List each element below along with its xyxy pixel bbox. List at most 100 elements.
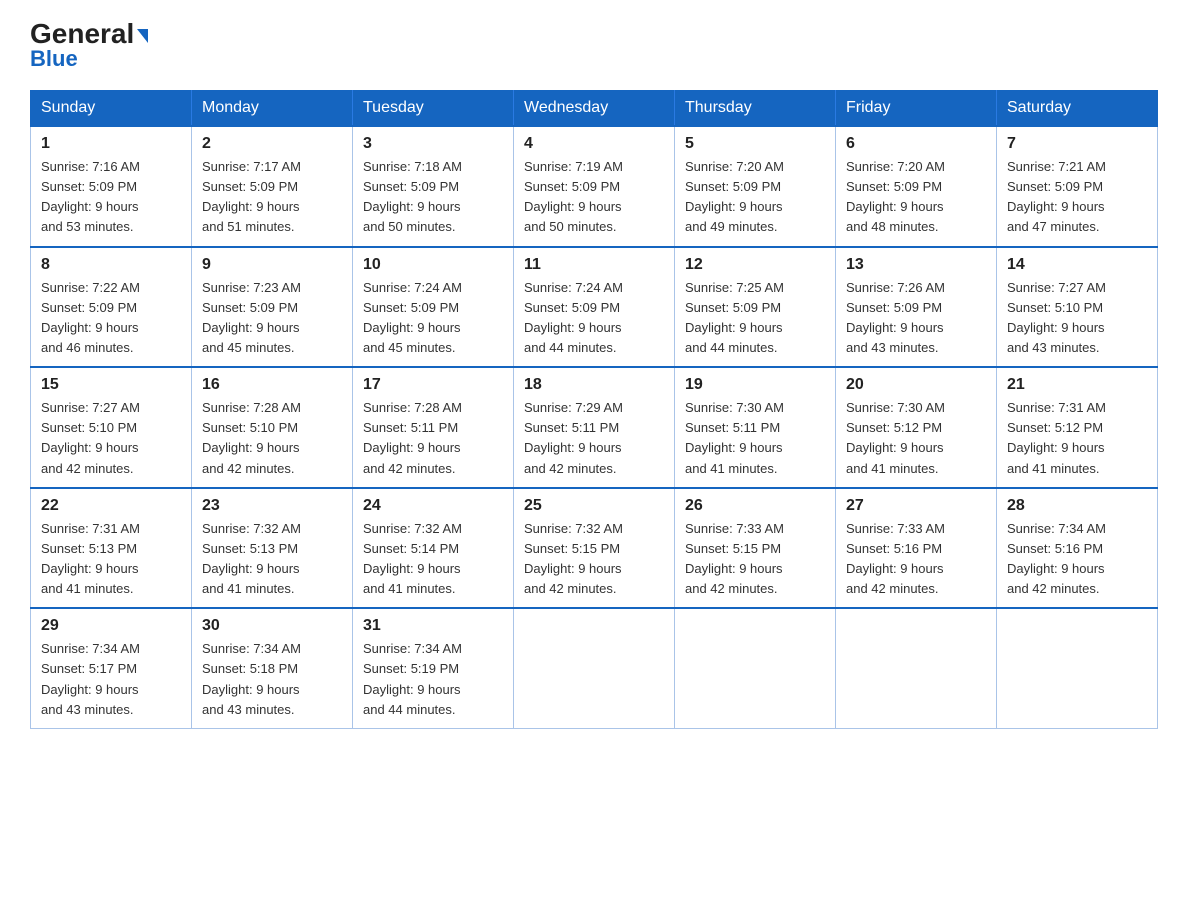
day-info: Sunrise: 7:32 AMSunset: 5:15 PMDaylight:… [524, 519, 664, 600]
calendar-cell: 3Sunrise: 7:18 AMSunset: 5:09 PMDaylight… [353, 126, 514, 247]
calendar-cell: 9 Sunrise: 7:23 AMSunset: 5:09 PMDaylight… [192, 247, 353, 368]
day-number: 26 [685, 497, 825, 515]
calendar-cell: 13 Sunrise: 7:26 AMSunset: 5:09 PMDayligh… [836, 247, 997, 368]
calendar-cell: 2Sunrise: 7:17 AMSunset: 5:09 PMDaylight… [192, 126, 353, 247]
col-header-tuesday: Tuesday [353, 91, 514, 127]
day-info: Sunrise: 7:33 AMSunset: 5:15 PMDaylight:… [685, 519, 825, 600]
day-info: Sunrise: 7:20 AMSunset: 5:09 PMDaylight:… [685, 157, 825, 238]
calendar-cell: 7Sunrise: 7:21 AMSunset: 5:09 PMDaylight… [997, 126, 1158, 247]
week-row-1: 1 Sunrise: 7:16 AMSunset: 5:09 PMDaylight… [31, 126, 1158, 247]
day-number: 31 [363, 617, 503, 635]
day-info: Sunrise: 7:32 AMSunset: 5:14 PMDaylight:… [363, 519, 503, 600]
day-number: 15 [41, 376, 181, 394]
calendar-cell: 8 Sunrise: 7:22 AMSunset: 5:09 PMDaylight… [31, 247, 192, 368]
calendar-cell: 1 Sunrise: 7:16 AMSunset: 5:09 PMDaylight… [31, 126, 192, 247]
day-number: 7 [1007, 135, 1147, 153]
day-number: 13 [846, 256, 986, 274]
col-header-wednesday: Wednesday [514, 91, 675, 127]
day-number: 8 [41, 256, 181, 274]
day-info: Sunrise: 7:32 AMSunset: 5:13 PMDaylight:… [202, 519, 342, 600]
day-info: Sunrise: 7:34 AMSunset: 5:17 PMDaylight:… [41, 639, 181, 720]
day-number: 1 [41, 135, 181, 153]
calendar-cell: 26 Sunrise: 7:33 AMSunset: 5:15 PMDayligh… [675, 488, 836, 609]
calendar-cell: 6Sunrise: 7:20 AMSunset: 5:09 PMDaylight… [836, 126, 997, 247]
calendar-cell: 19Sunrise: 7:30 AMSunset: 5:11 PMDayligh… [675, 367, 836, 488]
calendar-cell: 16Sunrise: 7:28 AMSunset: 5:10 PMDayligh… [192, 367, 353, 488]
day-number: 6 [846, 135, 986, 153]
calendar-cell: 22 Sunrise: 7:31 AMSunset: 5:13 PMDayligh… [31, 488, 192, 609]
calendar-header-row: SundayMondayTuesdayWednesdayThursdayFrid… [31, 91, 1158, 127]
calendar-cell: 30 Sunrise: 7:34 AMSunset: 5:18 PMDayligh… [192, 608, 353, 728]
week-row-4: 22 Sunrise: 7:31 AMSunset: 5:13 PMDayligh… [31, 488, 1158, 609]
day-info: Sunrise: 7:34 AMSunset: 5:19 PMDaylight:… [363, 639, 503, 720]
day-number: 10 [363, 256, 503, 274]
week-row-2: 8 Sunrise: 7:22 AMSunset: 5:09 PMDaylight… [31, 247, 1158, 368]
day-number: 12 [685, 256, 825, 274]
day-number: 9 [202, 256, 342, 274]
calendar-cell: 20Sunrise: 7:30 AMSunset: 5:12 PMDayligh… [836, 367, 997, 488]
calendar-cell: 17Sunrise: 7:28 AMSunset: 5:11 PMDayligh… [353, 367, 514, 488]
calendar-cell: 5 Sunrise: 7:20 AMSunset: 5:09 PMDaylight… [675, 126, 836, 247]
calendar-cell: 18Sunrise: 7:29 AMSunset: 5:11 PMDayligh… [514, 367, 675, 488]
day-info: Sunrise: 7:19 AMSunset: 5:09 PMDaylight:… [524, 157, 664, 238]
calendar-cell: 25 Sunrise: 7:32 AMSunset: 5:15 PMDayligh… [514, 488, 675, 609]
day-info: Sunrise: 7:24 AMSunset: 5:09 PMDaylight:… [524, 278, 664, 359]
day-info: Sunrise: 7:27 AMSunset: 5:10 PMDaylight:… [41, 398, 181, 479]
logo-line1: General [30, 20, 148, 48]
week-row-5: 29 Sunrise: 7:34 AMSunset: 5:17 PMDayligh… [31, 608, 1158, 728]
day-number: 29 [41, 617, 181, 635]
day-info: Sunrise: 7:27 AMSunset: 5:10 PMDaylight:… [1007, 278, 1147, 359]
col-header-thursday: Thursday [675, 91, 836, 127]
day-number: 18 [524, 376, 664, 394]
day-info: Sunrise: 7:34 AMSunset: 5:18 PMDaylight:… [202, 639, 342, 720]
day-number: 28 [1007, 497, 1147, 515]
day-info: Sunrise: 7:18 AMSunset: 5:09 PMDaylight:… [363, 157, 503, 238]
day-info: Sunrise: 7:24 AMSunset: 5:09 PMDaylight:… [363, 278, 503, 359]
calendar-cell: 28 Sunrise: 7:34 AMSunset: 5:16 PMDayligh… [997, 488, 1158, 609]
calendar-cell [514, 608, 675, 728]
day-number: 23 [202, 497, 342, 515]
day-info: Sunrise: 7:16 AMSunset: 5:09 PMDaylight:… [41, 157, 181, 238]
calendar-cell [675, 608, 836, 728]
day-number: 16 [202, 376, 342, 394]
day-number: 4 [524, 135, 664, 153]
col-header-sunday: Sunday [31, 91, 192, 127]
day-info: Sunrise: 7:31 AMSunset: 5:13 PMDaylight:… [41, 519, 181, 600]
calendar-cell: 15 Sunrise: 7:27 AMSunset: 5:10 PMDayligh… [31, 367, 192, 488]
calendar-cell: 11 Sunrise: 7:24 AMSunset: 5:09 PMDayligh… [514, 247, 675, 368]
day-info: Sunrise: 7:31 AMSunset: 5:12 PMDaylight:… [1007, 398, 1147, 479]
week-row-3: 15 Sunrise: 7:27 AMSunset: 5:10 PMDayligh… [31, 367, 1158, 488]
calendar-cell [836, 608, 997, 728]
day-info: Sunrise: 7:23 AMSunset: 5:09 PMDaylight:… [202, 278, 342, 359]
col-header-saturday: Saturday [997, 91, 1158, 127]
day-number: 25 [524, 497, 664, 515]
calendar-cell: 12 Sunrise: 7:25 AMSunset: 5:09 PMDayligh… [675, 247, 836, 368]
calendar-cell: 27 Sunrise: 7:33 AMSunset: 5:16 PMDayligh… [836, 488, 997, 609]
calendar-cell: 4 Sunrise: 7:19 AMSunset: 5:09 PMDaylight… [514, 126, 675, 247]
day-number: 22 [41, 497, 181, 515]
day-info: Sunrise: 7:22 AMSunset: 5:09 PMDaylight:… [41, 278, 181, 359]
day-number: 24 [363, 497, 503, 515]
col-header-friday: Friday [836, 91, 997, 127]
day-info: Sunrise: 7:33 AMSunset: 5:16 PMDaylight:… [846, 519, 986, 600]
day-info: Sunrise: 7:28 AMSunset: 5:11 PMDaylight:… [363, 398, 503, 479]
day-info: Sunrise: 7:25 AMSunset: 5:09 PMDaylight:… [685, 278, 825, 359]
logo: General Blue [30, 20, 148, 72]
calendar-cell: 14 Sunrise: 7:27 AMSunset: 5:10 PMDayligh… [997, 247, 1158, 368]
day-number: 20 [846, 376, 986, 394]
page-header: General Blue [30, 20, 1158, 72]
day-number: 2 [202, 135, 342, 153]
col-header-monday: Monday [192, 91, 353, 127]
day-info: Sunrise: 7:26 AMSunset: 5:09 PMDaylight:… [846, 278, 986, 359]
calendar-cell: 24 Sunrise: 7:32 AMSunset: 5:14 PMDayligh… [353, 488, 514, 609]
calendar-cell: 29 Sunrise: 7:34 AMSunset: 5:17 PMDayligh… [31, 608, 192, 728]
day-info: Sunrise: 7:34 AMSunset: 5:16 PMDaylight:… [1007, 519, 1147, 600]
day-number: 14 [1007, 256, 1147, 274]
day-number: 11 [524, 256, 664, 274]
day-number: 30 [202, 617, 342, 635]
day-number: 27 [846, 497, 986, 515]
day-number: 5 [685, 135, 825, 153]
day-info: Sunrise: 7:30 AMSunset: 5:11 PMDaylight:… [685, 398, 825, 479]
calendar-table: SundayMondayTuesdayWednesdayThursdayFrid… [30, 90, 1158, 729]
calendar-cell: 10 Sunrise: 7:24 AMSunset: 5:09 PMDayligh… [353, 247, 514, 368]
